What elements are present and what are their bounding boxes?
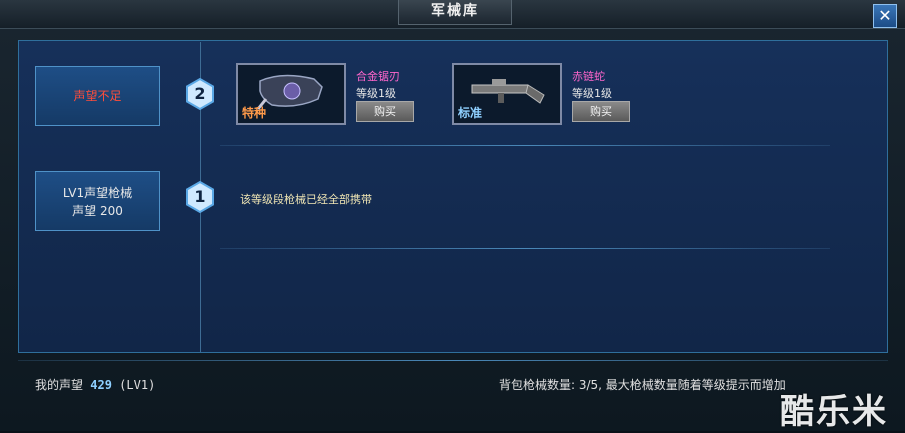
footer-separator bbox=[18, 360, 888, 361]
tier1-requirement: 声望 200 bbox=[72, 204, 123, 218]
buy-button[interactable]: 购买 bbox=[356, 101, 414, 122]
tier2-number: 2 bbox=[194, 84, 206, 103]
reputation-label: 我的声望 bbox=[35, 378, 84, 392]
weapon-card-alloy-saw[interactable]: 特种 bbox=[236, 63, 346, 125]
tier1-message: 该等级段枪械已经全部携带 bbox=[240, 193, 372, 206]
reputation-value: 429 bbox=[90, 378, 112, 392]
close-button[interactable]: ✕ bbox=[873, 4, 897, 28]
tier-separator bbox=[220, 248, 830, 249]
buy-button[interactable]: 购买 bbox=[572, 101, 630, 122]
weapon-level: 等级1级 bbox=[356, 87, 396, 100]
weapon-name: 赤链蛇 bbox=[572, 70, 605, 83]
weapon-level: 等级1级 bbox=[572, 87, 612, 100]
weapon-card-red-viper[interactable]: 标准 bbox=[452, 63, 562, 125]
weapon-type-tag: 标准 bbox=[458, 106, 483, 120]
weapon-name: 合金锯刃 bbox=[356, 70, 400, 83]
weapon-type-tag: 特种 bbox=[242, 106, 267, 120]
tier2-status-label: 声望不足 bbox=[35, 66, 160, 126]
backpack-info: 背包枪械数量: 3/5, 最大枪械数量随着等级提示而增加 bbox=[499, 378, 786, 392]
tier-separator bbox=[220, 145, 830, 146]
tier1-title: LV1声望枪械 bbox=[62, 186, 133, 200]
reputation-info: 我的声望 429 (LV1) bbox=[35, 376, 155, 393]
tier2-hex-badge: 2 bbox=[185, 77, 215, 111]
tier1-hex-badge: 1 bbox=[185, 180, 215, 214]
watermark: 酷乐米 bbox=[780, 392, 888, 432]
tier1-label: LV1声望枪械 声望 200 bbox=[35, 171, 160, 231]
window-title: 军械库 bbox=[398, 0, 512, 25]
reputation-level: (LV1) bbox=[119, 378, 156, 392]
tier1-number: 1 bbox=[194, 187, 206, 206]
